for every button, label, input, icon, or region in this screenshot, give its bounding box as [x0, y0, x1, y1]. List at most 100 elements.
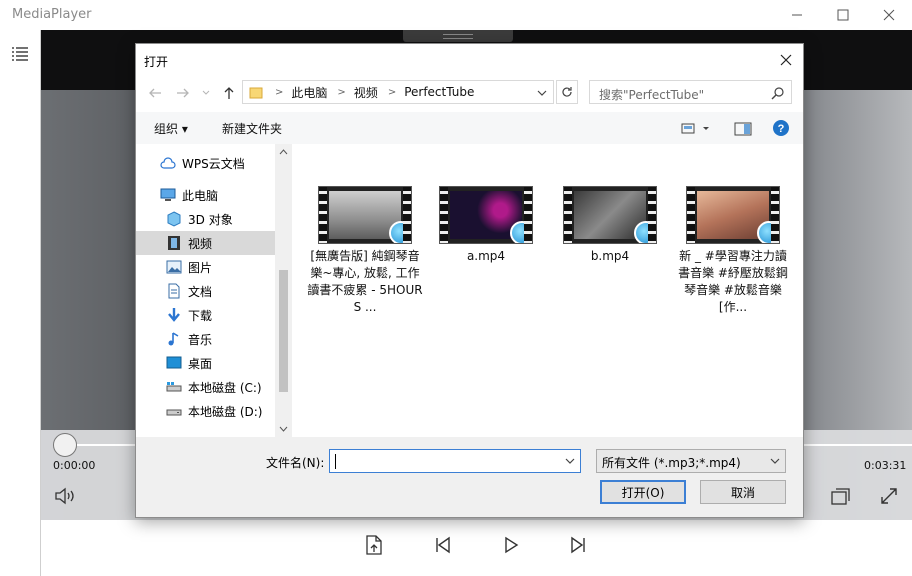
close-icon: [780, 54, 792, 66]
help-icon[interactable]: ?: [772, 119, 790, 137]
previous-button[interactable]: [431, 533, 455, 557]
file-item[interactable]: [無廣告版] 純鋼琴音樂~專心, 放鬆, 工作讀書不疲累 - 5HOURS ..…: [306, 186, 424, 316]
playlist-menu-icon[interactable]: [10, 46, 30, 62]
picture-icon: [166, 259, 182, 275]
breadcrumb-videos[interactable]: 视频: [354, 84, 378, 101]
preview-pane-icon[interactable]: [734, 122, 752, 136]
forward-button[interactable]: [174, 84, 192, 102]
next-button[interactable]: [566, 533, 590, 557]
back-button[interactable]: [146, 84, 164, 102]
document-icon: [166, 283, 182, 299]
filetype-dropdown-button[interactable]: [769, 454, 781, 468]
maximize-icon: [837, 9, 849, 21]
minimize-button[interactable]: [774, 0, 820, 30]
up-button[interactable]: [220, 84, 238, 102]
open-button[interactable]: 打开(O): [600, 480, 686, 504]
scroll-down-icon[interactable]: [275, 423, 292, 435]
chevron-right-icon: >: [275, 86, 284, 98]
download-icon: [166, 307, 182, 323]
file-list: [無廣告版] 純鋼琴音樂~專心, 放鬆, 工作讀書不疲累 - 5HOURS ..…: [292, 144, 803, 437]
open-file-button[interactable]: [362, 533, 386, 557]
media-player-badge-icon: [510, 221, 532, 243]
view-options-icon[interactable]: [681, 122, 711, 136]
cast-button[interactable]: [829, 484, 853, 508]
navigation-scrollbar[interactable]: [275, 144, 292, 437]
chevron-right-icon: >: [337, 86, 346, 98]
bottom-toolbar: [41, 520, 912, 576]
fullscreen-button[interactable]: [877, 484, 901, 508]
file-item[interactable]: 新 _ #學習專注力讀書音樂 #紓壓放鬆鋼琴音樂 #放鬆音樂 [作...: [674, 186, 792, 316]
drive-icon: [166, 403, 182, 419]
nav-item-drive-d[interactable]: 本地磁盘 (D:): [136, 399, 275, 423]
current-time: 0:00:00: [53, 459, 96, 472]
recent-locations-button[interactable]: [200, 84, 212, 102]
nav-item-videos[interactable]: 视频: [136, 231, 275, 255]
total-time: 0:03:31: [864, 459, 907, 472]
nav-item-music[interactable]: 音乐: [136, 327, 275, 351]
file-name: b.mp4: [590, 249, 630, 263]
nav-item-label: 图片: [188, 260, 213, 275]
music-icon: [166, 331, 182, 347]
open-file-icon: [366, 535, 382, 555]
desktop-icon: [166, 355, 182, 371]
drag-handle[interactable]: [403, 30, 513, 42]
filename-label: 文件名(N):: [266, 456, 325, 470]
organize-menu[interactable]: 组织 ▾: [154, 120, 188, 137]
filename-input[interactable]: [329, 449, 581, 473]
cancel-button[interactable]: 取消: [700, 480, 786, 504]
nav-item-drive-c[interactable]: 本地磁盘 (C:): [136, 375, 275, 399]
breadcrumb-this-pc[interactable]: 此电脑: [291, 84, 327, 101]
arrow-right-icon: [177, 88, 189, 98]
volume-icon: [55, 487, 74, 505]
nav-item-label: 本地磁盘 (C:): [188, 380, 262, 395]
nav-item-label: 桌面: [188, 356, 213, 371]
organize-label: 组织: [154, 122, 179, 136]
nav-item-label: 3D 对象: [188, 212, 233, 227]
sidebar: [0, 30, 41, 576]
arrow-left-icon: [149, 88, 161, 98]
nav-item-downloads[interactable]: 下载: [136, 303, 275, 327]
nav-item-3d-objects[interactable]: 3D 对象: [136, 207, 275, 231]
scroll-up-icon[interactable]: [275, 146, 292, 158]
nav-item-label: 下载: [188, 308, 213, 323]
refresh-icon: [562, 87, 572, 97]
nav-item-documents[interactable]: 文档: [136, 279, 275, 303]
previous-icon: [436, 536, 450, 554]
video-thumbnail: [439, 186, 533, 244]
filetype-select[interactable]: 所有文件 (*.mp3;*.mp4): [596, 449, 786, 473]
close-button[interactable]: [866, 0, 912, 30]
file-item[interactable]: b.mp4: [551, 186, 669, 265]
file-name: [無廣告版] 純鋼琴音樂~專心, 放鬆, 工作讀書不疲累 - 5HOURS ..…: [307, 249, 423, 314]
media-player-badge-icon: [757, 221, 779, 243]
chevron-down-icon: [565, 458, 575, 464]
maximize-button[interactable]: [820, 0, 866, 30]
computer-icon: [160, 187, 176, 203]
address-bar[interactable]: > 此电脑 > 视频 > PerfectTube: [242, 80, 554, 104]
play-button[interactable]: [499, 533, 523, 557]
chevron-down-icon[interactable]: [537, 90, 547, 96]
text-caret: [335, 454, 336, 469]
chevron-down-icon: [202, 90, 210, 95]
dialog-footer: 文件名(N): 所有文件 (*.mp3;*.mp4) 打开(O) 取消: [136, 437, 803, 517]
nav-item-this-pc[interactable]: 此电脑: [136, 183, 275, 207]
seek-thumb[interactable]: [53, 433, 77, 457]
filename-dropdown-button[interactable]: [564, 454, 576, 468]
cast-icon: [831, 488, 850, 505]
refresh-button[interactable]: [556, 80, 578, 104]
nav-item-desktop[interactable]: 桌面: [136, 351, 275, 375]
breadcrumb-perfecttube[interactable]: PerfectTube: [404, 85, 474, 99]
dialog-title: 打开: [144, 55, 169, 69]
search-input[interactable]: 搜索"PerfectTube": [589, 80, 792, 104]
filetype-value: 所有文件 (*.mp3;*.mp4): [602, 456, 741, 470]
dialog-close-button[interactable]: [777, 51, 795, 69]
scrollbar-thumb[interactable]: [279, 270, 288, 392]
volume-button[interactable]: [53, 484, 77, 508]
film-icon: [166, 235, 182, 251]
chevron-right-icon: >: [387, 86, 397, 98]
nav-item-wps-cloud[interactable]: WPS云文档: [136, 151, 275, 175]
nav-item-pictures[interactable]: 图片: [136, 255, 275, 279]
open-file-dialog: 打开 > 此电脑 > 视频 > PerfectTube 搜索"PerfectTu…: [135, 43, 804, 518]
file-item[interactable]: a.mp4: [427, 186, 545, 265]
folder-icon: [249, 87, 263, 99]
new-folder-button[interactable]: 新建文件夹: [222, 120, 282, 137]
